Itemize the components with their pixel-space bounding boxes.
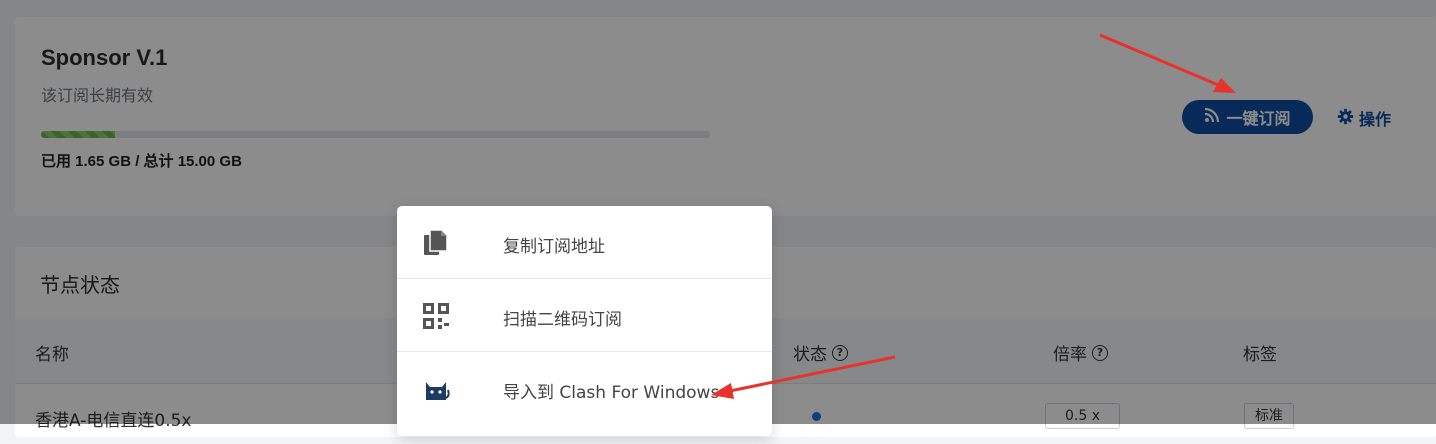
menu-item-label: 扫描二维码订阅 [503, 310, 622, 330]
menu-item-scan-qrcode[interactable]: 扫描二维码订阅 [397, 279, 772, 352]
menu-item-label: 复制订阅地址 [503, 237, 605, 257]
clash-cat-icon [421, 374, 451, 404]
annotation-arrow-icon [1099, 33, 1236, 93]
menu-item-label: 导入到 Clash For Windows [503, 383, 720, 403]
menu-item-copy-subscription-url[interactable]: 复制订阅地址 [397, 206, 772, 279]
annotation-arrow-icon [711, 355, 896, 399]
copy-icon [421, 228, 451, 258]
qrcode-icon [421, 301, 451, 331]
